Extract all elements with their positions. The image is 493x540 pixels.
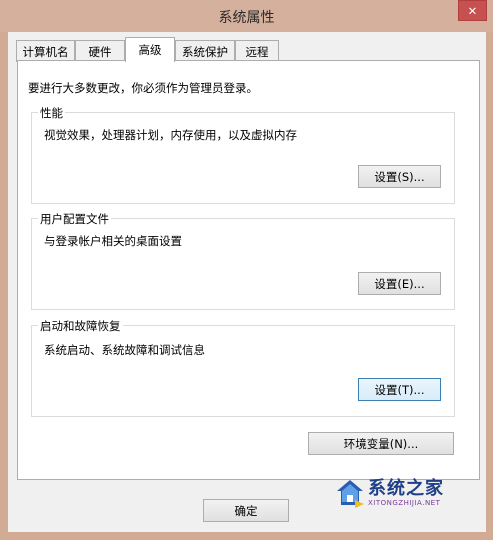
tab-label: 高级 [138, 43, 162, 57]
close-button[interactable]: ✕ [458, 0, 487, 21]
startup-recovery-settings-button[interactable]: 设置(T)... [358, 378, 441, 401]
admin-notice: 要进行大多数更改，你必须作为管理员登录。 [28, 81, 258, 95]
button-label: 确定 [234, 503, 258, 518]
button-label: 环境变量(N)... [343, 436, 419, 451]
tab-label: 远程 [245, 44, 269, 59]
user-profiles-group: 用户配置文件 与登录帐户相关的桌面设置 [31, 211, 455, 310]
tab-label: 计算机名 [22, 44, 69, 59]
startup-recovery-group-label: 启动和故障恢复 [38, 318, 123, 334]
site-watermark: 系统之家 XITONGZHIJIA.NET [335, 476, 475, 510]
close-icon: ✕ [467, 3, 478, 18]
user-profiles-group-label: 用户配置文件 [38, 211, 111, 227]
startup-recovery-description: 系统启动、系统故障和调试信息 [44, 343, 205, 357]
environment-variables-button[interactable]: 环境变量(N)... [308, 432, 454, 455]
user-profiles-settings-button[interactable]: 设置(E)... [358, 272, 441, 295]
watermark-brand: 系统之家 [368, 478, 444, 499]
performance-description: 视觉效果，处理器计划，内存使用，以及虚拟内存 [44, 128, 297, 142]
ok-button[interactable]: 确定 [203, 499, 289, 522]
tab-label: 系统保护 [182, 44, 228, 59]
button-label: 设置(S)... [374, 169, 425, 184]
house-logo-icon [337, 480, 364, 508]
title-bar[interactable]: 系统属性 ✕ [0, 0, 493, 32]
button-label: 设置(E)... [374, 276, 425, 291]
dialog-client-area: 计算机名 硬件 高级 系统保护 远程 要进行大多数更改，你必须作为管理员登录。 … [8, 32, 486, 532]
watermark-url: XITONGZHIJIA.NET [368, 499, 441, 507]
performance-settings-button[interactable]: 设置(S)... [358, 165, 441, 188]
tab-computer-name[interactable]: 计算机名 [16, 40, 75, 62]
tab-hardware[interactable]: 硬件 [75, 40, 125, 62]
startup-recovery-group: 启动和故障恢复 系统启动、系统故障和调试信息 [31, 318, 455, 417]
tab-system-protection[interactable]: 系统保护 [175, 40, 235, 62]
window-title: 系统属性 [218, 10, 275, 26]
performance-group-label: 性能 [38, 105, 65, 121]
tab-advanced[interactable]: 高级 [125, 37, 175, 62]
tab-remote[interactable]: 远程 [235, 40, 279, 62]
tab-label: 硬件 [88, 44, 112, 59]
button-label: 设置(T)... [374, 382, 425, 397]
performance-group: 性能 视觉效果，处理器计划，内存使用，以及虚拟内存 [31, 105, 455, 204]
user-profiles-description: 与登录帐户相关的桌面设置 [44, 234, 182, 248]
